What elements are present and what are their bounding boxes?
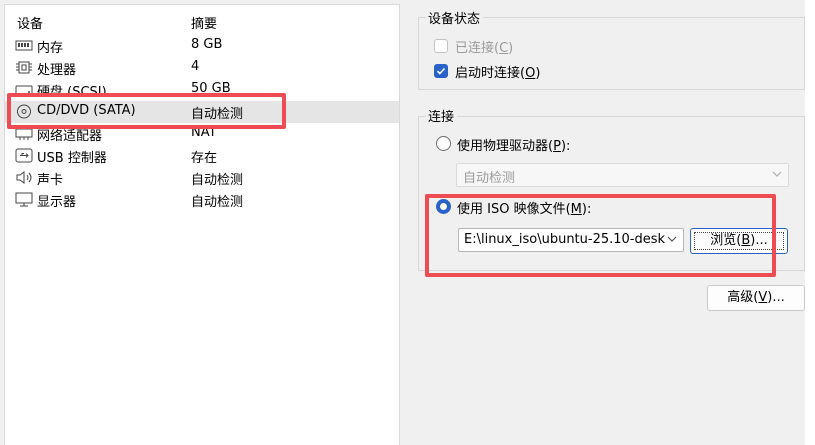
memory-icon <box>15 40 33 51</box>
device-status-title: 设备状态 <box>426 8 484 27</box>
physical-drive-radio[interactable] <box>436 136 451 151</box>
device-summary: 4 <box>191 59 200 74</box>
device-summary: 自动检测 <box>191 195 244 210</box>
physical-drive-label: 使用物理驱动器(P): <box>457 139 571 154</box>
physical-drive-select-value: 自动检测 <box>463 171 516 186</box>
sound-card-icon <box>16 171 32 184</box>
connected-checkbox[interactable] <box>434 39 448 53</box>
device-name: USB 控制器 <box>37 151 107 166</box>
processor-icon <box>16 61 32 74</box>
column-header-device[interactable]: 设备 <box>17 13 43 32</box>
device-row-memory[interactable]: 内存 8 GB <box>5 35 399 57</box>
connect-at-power-on-label: 启动时连接(O) <box>455 66 541 81</box>
device-name: 处理器 <box>37 63 77 78</box>
device-summary: 8 GB <box>191 37 223 52</box>
highlight-box-cd-dvd <box>7 93 286 129</box>
advanced-button[interactable]: 高级(V)... <box>707 285 805 311</box>
device-row-processor[interactable]: 处理器 4 <box>5 57 399 79</box>
physical-drive-select[interactable]: 自动检测 <box>456 163 789 187</box>
device-row-sound-card[interactable]: 声卡 自动检测 <box>5 167 399 189</box>
device-summary: 自动检测 <box>191 173 244 188</box>
device-row-display[interactable]: 显示器 自动检测 <box>5 189 399 211</box>
window-edge <box>805 0 815 445</box>
device-list-header: 设备 摘要 <box>5 11 399 33</box>
connected-label: 已连接(C) <box>455 41 514 56</box>
device-name: 显示器 <box>37 195 77 210</box>
column-header-summary[interactable]: 摘要 <box>191 13 217 32</box>
device-summary: 存在 <box>191 151 218 166</box>
connect-at-power-on-checkbox[interactable] <box>434 64 448 78</box>
checkmark-icon <box>436 67 446 75</box>
device-row-usb-controller[interactable]: USB 控制器 存在 <box>5 145 399 167</box>
connection-title: 连接 <box>426 106 458 125</box>
device-list: 设备 摘要 内存 8 GB 处理器 4 硬盘 (SCSI) 50 GB CD/D… <box>4 4 400 445</box>
device-name: 声卡 <box>37 173 64 188</box>
chevron-down-icon <box>772 171 782 177</box>
device-name: 内存 <box>37 41 64 56</box>
highlight-box-iso <box>425 194 776 277</box>
usb-controller-icon <box>15 148 33 163</box>
display-icon <box>15 192 33 207</box>
